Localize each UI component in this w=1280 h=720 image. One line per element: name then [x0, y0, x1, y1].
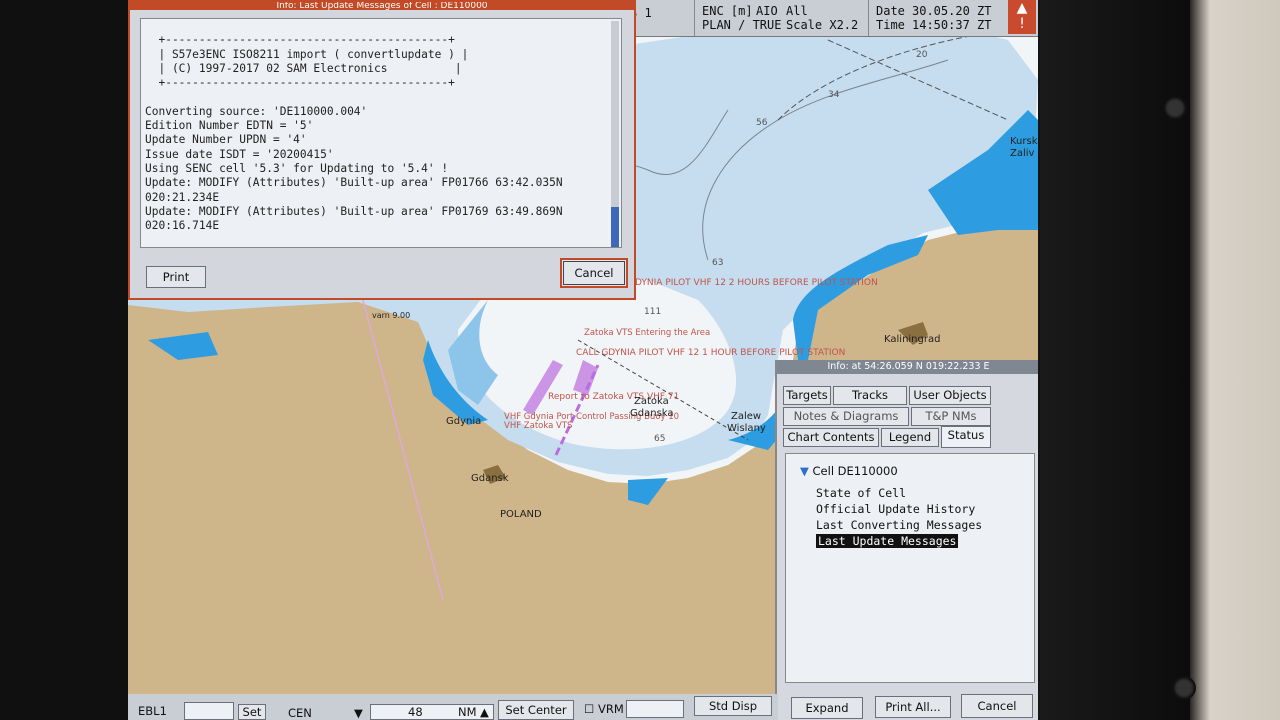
tree-item-update-messages[interactable]: Last Update Messages [816, 534, 959, 548]
tab-chart-contents[interactable]: Chart Contents [783, 428, 879, 447]
std-disp-button[interactable]: Std Disp [694, 696, 772, 716]
expand-triangle-icon[interactable]: ▼ [800, 464, 809, 478]
down-arrow-icon[interactable]: ▼ [354, 706, 363, 720]
map-label-country: POLAND [500, 509, 542, 520]
map-label-region: Zalew [731, 411, 762, 422]
tree-node-cell[interactable]: ▼ Cell DE110000 [800, 464, 898, 478]
message-textarea[interactable]: +---------------------------------------… [140, 18, 622, 248]
time-label: Time [876, 18, 905, 32]
map-label-region: Zatoka [634, 396, 669, 407]
map-label-city: Gdynia [446, 416, 482, 427]
status-tree: ▼ Cell DE110000 State of Cell Official U… [785, 453, 1035, 683]
vrm-checkbox-icon[interactable]: ☐ [584, 702, 594, 716]
map-label-region: Zaliv [1010, 148, 1035, 159]
vrm-field[interactable] [626, 700, 684, 718]
tree-item-converting-messages[interactable]: Last Converting Messages [816, 518, 982, 532]
cen-label[interactable]: CEN [288, 706, 312, 720]
vrm-label: VRM [598, 702, 624, 716]
status-bar: S 1 ENC [m] AIO All PLAN / TRUE Scale X2… [628, 0, 1038, 37]
map-label-city: Kaliningrad [884, 334, 941, 345]
cancel-button[interactable]: Cancel [560, 258, 628, 288]
set-button[interactable]: Set [238, 704, 266, 720]
range-unit: NM [458, 705, 477, 719]
map-label: CALL GDYNIA PILOT VHF 12 1 HOUR BEFORE P… [576, 348, 846, 358]
plan-label: PLAN / TRUE [702, 18, 782, 32]
depth-label: 34 [828, 90, 840, 100]
map-label-light: varn 9.00 [372, 311, 411, 320]
tab-legend[interactable]: Legend [881, 428, 939, 447]
expand-button[interactable]: Expand [791, 697, 863, 719]
dialog-title: Info: Last Update Messages of Cell : DE1… [130, 2, 634, 10]
scale-label[interactable]: Scale X2.2 [786, 18, 858, 32]
tab-targets[interactable]: Targets [783, 386, 831, 405]
tree-item-state[interactable]: State of Cell [816, 486, 906, 500]
set-center-button[interactable]: Set Center [498, 700, 574, 720]
all-label: All [786, 4, 808, 18]
print-all-button[interactable]: Print All... [875, 696, 951, 718]
panel-title: Info: at 54:26.059 N 019:22.233 E [777, 360, 1038, 374]
map-label-region: Wislany [727, 423, 766, 434]
tab-status[interactable]: Status [941, 426, 991, 448]
update-messages-dialog: Info: Last Update Messages of Cell : DE1… [128, 0, 636, 300]
panel-cancel-button[interactable]: Cancel [961, 694, 1033, 718]
time-value: 14:50:37 ZT [912, 18, 992, 32]
depth-label: 20 [916, 50, 928, 60]
date-value: 30.05.20 ZT [912, 4, 992, 18]
enc-label: ENC [m] [702, 4, 753, 18]
monitor-bezel-right [1040, 0, 1280, 720]
monitor-bezel-left [0, 0, 128, 720]
alarm-horn-icon[interactable]: ▲! [1008, 0, 1036, 34]
depth-label: 65 [654, 434, 666, 444]
up-arrow-icon[interactable]: ▲ [480, 705, 489, 719]
message-text: +---------------------------------------… [145, 33, 563, 233]
screw-icon [1163, 96, 1187, 120]
tab-notes-diagrams[interactable]: Notes & Diagrams [783, 407, 909, 426]
ebl-label[interactable]: EBL1 [138, 704, 167, 718]
map-label-region: Kursk [1010, 136, 1038, 147]
tab-tp-nms[interactable]: T&P NMs [911, 407, 991, 426]
map-label: VHF Zatoka VTS [504, 421, 573, 431]
map-label: Zatoka VTS Entering the Area [584, 328, 711, 338]
scrollbar-thumb[interactable] [611, 207, 619, 247]
tab-tracks[interactable]: Tracks [833, 386, 907, 405]
tree-root-label: Cell DE110000 [812, 464, 898, 478]
print-button[interactable]: Print [146, 266, 206, 288]
tab-user-objects[interactable]: User Objects [909, 386, 991, 405]
depth-label: 111 [644, 307, 662, 317]
aio-label: AIO [756, 4, 778, 18]
date-label: Date [876, 4, 905, 18]
map-label: GDYNIA PILOT VHF 12 2 HOURS BEFORE PILOT… [628, 278, 878, 288]
map-label-city: Gdansk [471, 473, 509, 484]
screw-icon [1172, 676, 1196, 700]
ecdis-screen: GDYNIA PILOT VHF 12 2 HOURS BEFORE PILOT… [128, 0, 1038, 720]
ebl-field[interactable] [184, 702, 234, 720]
depth-label: 56 [756, 118, 768, 128]
bottom-control-bar: EBL1 Set CEN ▼ 48 NM ▲ Set Center ☐ VRM … [128, 694, 778, 720]
depth-label: 63 [712, 258, 724, 268]
map-label-region: Gdanska [630, 408, 674, 419]
range-value: 48 [408, 705, 423, 719]
info-panel: Info: at 54:26.059 N 019:22.233 E Target… [775, 360, 1038, 720]
tree-item-official-history[interactable]: Official Update History [816, 502, 975, 516]
